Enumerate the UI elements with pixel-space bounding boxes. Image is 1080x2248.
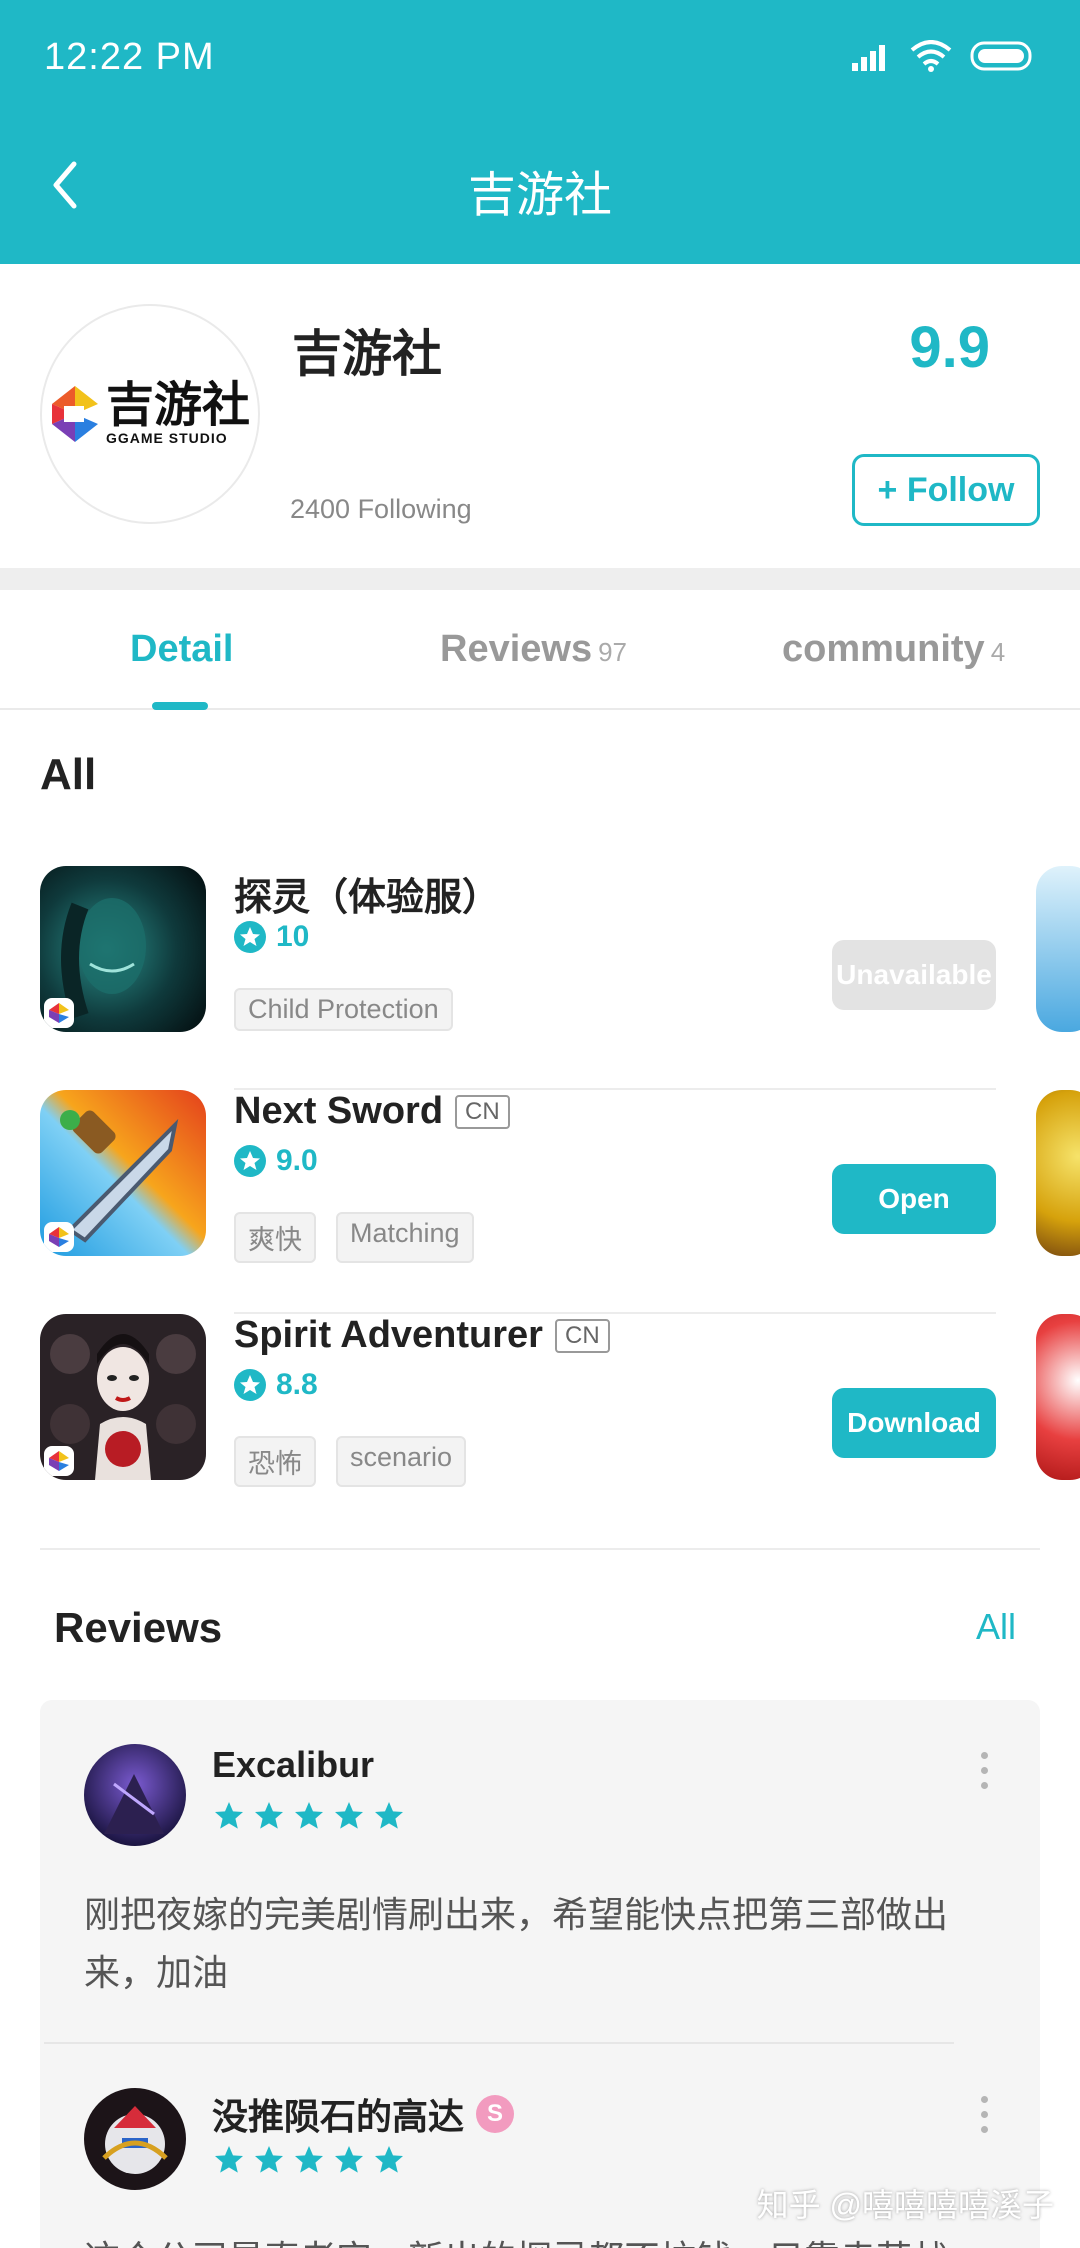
star-icon: [295, 2146, 323, 2173]
reviews-card: Excalibur 刚把夜嫁的完美剧情刷出来，希望能快点把第三部做出来，加油 没…: [40, 1700, 1040, 2248]
star-icon: [255, 1802, 283, 1829]
follow-button[interactable]: + Follow: [852, 454, 1040, 526]
ggame-logo-icon: [51, 386, 98, 442]
game-tags: 爽快 Matching: [234, 1212, 474, 1263]
tab-detail-label: Detail: [130, 628, 234, 670]
reviews-title: Reviews: [54, 1604, 223, 1651]
game-icon-spirit-adventurer[interactable]: [40, 1314, 206, 1480]
star-badge-icon: [234, 1145, 266, 1177]
game-rating: 8.8: [234, 1368, 318, 1402]
studio-profile: 吉游社 GGAME STUDIO 吉游社 2400 Following 9.9 …: [0, 264, 1080, 568]
tab-reviews-label: Reviews: [440, 628, 593, 670]
app-header: 12:22 PM 吉游社: [0, 0, 1080, 264]
game-rating: 9.0: [234, 1144, 318, 1178]
star-badge-icon: [234, 1369, 266, 1401]
game-tag[interactable]: 爽快: [234, 1212, 316, 1263]
tab-community-count: 4: [990, 637, 1006, 667]
review-text: 刚把夜嫁的完美剧情刷出来，希望能快点把第三部做出来，加油: [84, 1894, 949, 1993]
games-section-title: All: [40, 750, 97, 799]
rating-value: 8.8: [276, 1368, 318, 1401]
game-name: 探灵（体验服）: [234, 866, 500, 921]
rating-value: 9.0: [276, 1144, 318, 1177]
game-rating: 10: [234, 920, 309, 954]
logo-subtitle: GGAME STUDIO: [105, 430, 228, 446]
watermark: 知乎 @嘻嘻嘻嘻溪子: [756, 2187, 1054, 2223]
user-level-badge-icon: S: [476, 2095, 515, 2133]
reviewer-name[interactable]: Excalibur: [212, 1744, 374, 1786]
game-tag[interactable]: 恐怖: [234, 1436, 316, 1487]
studio-logo: 吉游社 GGAME STUDIO: [40, 304, 260, 524]
star-icon: [335, 2146, 363, 2173]
section-separator: [0, 568, 1080, 590]
studio-badge-icon: [44, 1222, 74, 1252]
signal-icon: [852, 45, 885, 71]
more-options-icon[interactable]: [974, 2096, 994, 2133]
star-badge-icon: [234, 921, 266, 953]
studio-name: 吉游社: [292, 326, 442, 382]
region-tag: CN: [554, 1318, 610, 1353]
star-icon: [295, 1802, 323, 1829]
game-row[interactable]: Next Sword CN 9.0 爽快 Matching Open: [40, 1090, 996, 1314]
region-tag: CN: [455, 1094, 510, 1129]
status-time: 12:22 PM: [44, 36, 215, 78]
game-title: 探灵（体验服）: [234, 877, 501, 919]
page-title: 吉游社: [467, 169, 612, 222]
next-column-game-icon[interactable]: [1036, 1090, 1080, 1256]
tab-bar: Detail Reviews 97 community 4: [0, 590, 1080, 710]
game-row[interactable]: 探灵（体验服） 10 Child Protection Unavailable: [40, 866, 996, 1090]
tab-reviews-count: 97: [598, 637, 628, 667]
rating-value: 10: [276, 920, 310, 953]
more-options-icon[interactable]: [974, 1752, 994, 1789]
active-tab-indicator: [152, 702, 208, 710]
game-name: Next Sword CN: [234, 1090, 510, 1133]
reviewer-name[interactable]: 没推陨石的高达 S: [212, 2088, 515, 2140]
tab-community[interactable]: community 4: [782, 628, 1005, 671]
star-icon: [255, 2146, 283, 2173]
review-text: 这个公司是真老实，新出的探灵都不坑钱，只靠卖萌战: [84, 2230, 994, 2248]
game-tags: Child Protection: [234, 988, 453, 1031]
game-title: Next Sword: [234, 1090, 444, 1132]
unavailable-button[interactable]: Unavailable: [832, 940, 996, 1010]
game-title: Spirit Adventurer: [234, 1314, 543, 1356]
studio-badge-icon: [44, 1446, 74, 1476]
reviews-all-link[interactable]: All: [976, 1606, 1016, 1648]
game-tag[interactable]: Matching: [336, 1212, 474, 1263]
game-row[interactable]: Spirit Adventurer CN 8.8 恐怖 scenario Dow…: [40, 1314, 996, 1538]
star-icon: [215, 2146, 243, 2173]
status-icons: [852, 40, 1036, 72]
reviewer-username: 没推陨石的高达: [212, 2096, 465, 2137]
star-icon: [375, 1802, 403, 1829]
next-column-game-icon[interactable]: [1036, 866, 1080, 1032]
open-button[interactable]: Open: [832, 1164, 996, 1234]
avatar[interactable]: [84, 2088, 186, 2190]
avatar[interactable]: [84, 1744, 186, 1846]
studio-badge-icon: [44, 998, 74, 1028]
battery-icon: [970, 41, 1032, 71]
star-icon: [375, 2146, 403, 2173]
download-button[interactable]: Download: [832, 1388, 996, 1458]
review-divider: [44, 2042, 954, 2044]
game-icon-tanling[interactable]: [40, 866, 206, 1032]
star-icon: [335, 1802, 363, 1829]
game-tag[interactable]: Child Protection: [234, 988, 453, 1031]
review-stars: [212, 1800, 406, 1832]
reviewer-username: Excalibur: [212, 1744, 375, 1785]
logo-text: 吉游社: [105, 379, 250, 432]
section-divider: [40, 1548, 1040, 1550]
wifi-icon: [910, 40, 952, 72]
tab-community-label: community: [782, 628, 985, 670]
game-tags: 恐怖 scenario: [234, 1436, 467, 1487]
star-icon: [215, 1802, 243, 1829]
tab-detail[interactable]: Detail: [130, 628, 233, 671]
next-column-game-icon[interactable]: [1036, 1314, 1080, 1480]
game-tag[interactable]: scenario: [336, 1436, 467, 1487]
game-name: Spirit Adventurer CN: [234, 1314, 610, 1357]
tab-reviews[interactable]: Reviews 97: [440, 628, 627, 671]
review-stars: [212, 2144, 406, 2176]
review-item[interactable]: Excalibur 刚把夜嫁的完美剧情刷出来，希望能快点把第三部做出来，加油: [84, 1744, 994, 2034]
game-icon-next-sword[interactable]: [40, 1090, 206, 1256]
following-count: 2400 Following: [290, 494, 472, 524]
studio-score: 9.9: [909, 315, 990, 380]
